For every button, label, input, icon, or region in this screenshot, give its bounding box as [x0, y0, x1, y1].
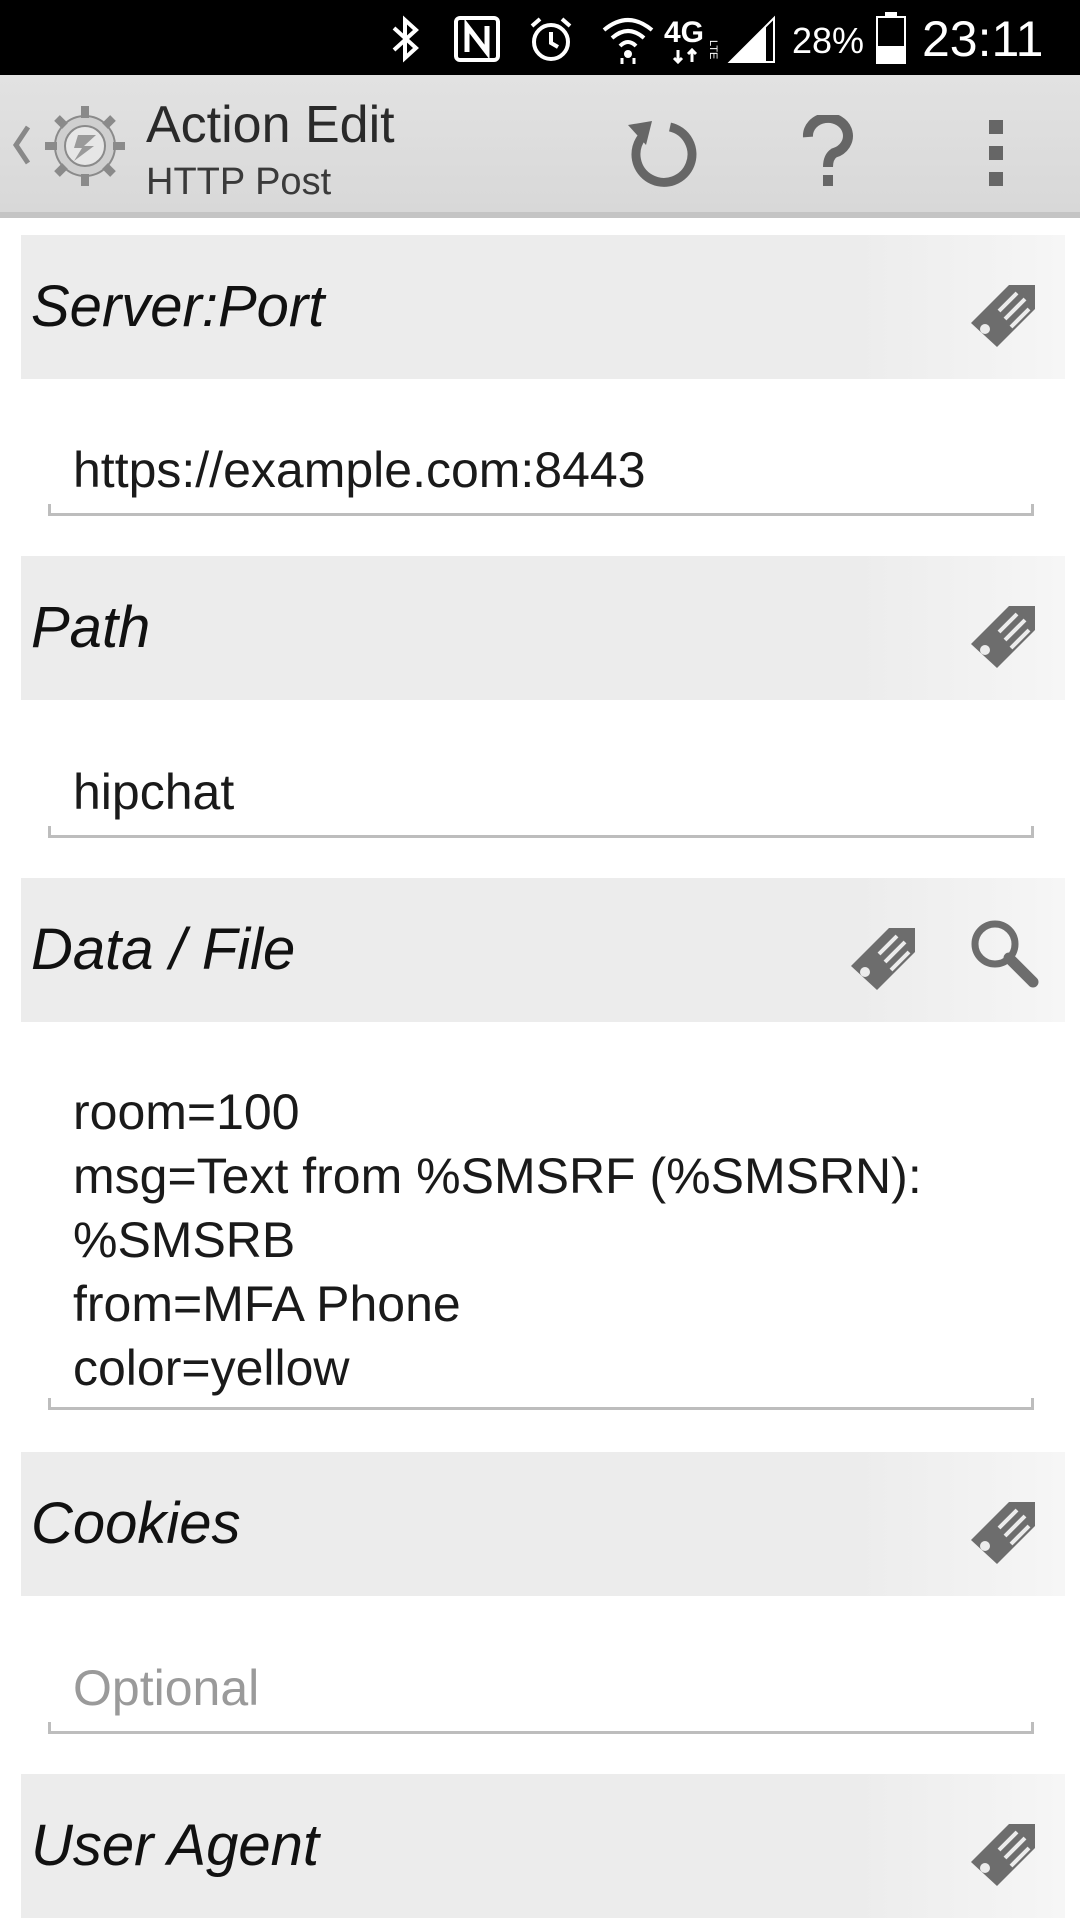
status-bar: 4G LTE 28% 23:11	[0, 0, 1080, 75]
data-file-header: Data / File	[21, 878, 1065, 1022]
edit-tag-icon[interactable]	[963, 271, 1043, 351]
battery-percent: 28%	[792, 20, 865, 61]
tasker-app-icon[interactable]	[40, 101, 130, 191]
alarm-icon	[530, 17, 572, 61]
data-file-value: room=100 msg=Text from %SMSRF (%SMSRN): …	[73, 1084, 922, 1396]
path-value: hipchat	[73, 764, 235, 820]
edit-tag-icon[interactable]	[843, 914, 923, 994]
revert-button[interactable]	[610, 103, 710, 203]
nfc-icon	[454, 16, 500, 62]
help-icon	[802, 115, 853, 186]
edit-tag-icon[interactable]	[963, 1810, 1043, 1890]
help-button[interactable]	[778, 103, 878, 203]
path-field[interactable]: hipchat	[48, 742, 1034, 838]
bluetooth-icon	[392, 15, 419, 63]
signal-icon	[727, 15, 775, 63]
overflow-menu-icon	[989, 120, 1003, 186]
wifi-icon	[602, 18, 654, 64]
overflow-menu-button[interactable]	[946, 103, 1046, 203]
svg-text:LTE: LTE	[707, 40, 719, 59]
cookies-placeholder: Optional	[73, 1660, 260, 1716]
user-agent-label: User Agent	[31, 1813, 319, 1878]
4g-lte-icon: 4G LTE	[664, 14, 722, 64]
data-file-label: Data / File	[31, 917, 296, 982]
path-header: Path	[21, 556, 1065, 700]
cookies-label: Cookies	[31, 1491, 241, 1556]
user-agent-header: User Agent	[21, 1774, 1065, 1918]
server-port-field[interactable]: https://example.com:8443	[48, 420, 1034, 516]
battery-icon	[876, 12, 906, 64]
edit-tag-icon[interactable]	[963, 592, 1043, 672]
data-file-field[interactable]: room=100 msg=Text from %SMSRF (%SMSRN): …	[48, 1080, 1034, 1410]
server-port-header: Server:Port	[21, 235, 1065, 379]
path-label: Path	[31, 595, 151, 660]
server-port-value: https://example.com:8443	[73, 442, 646, 498]
search-icon[interactable]	[963, 914, 1043, 994]
page-title: Action Edit	[146, 96, 395, 154]
clock: 23:11	[922, 11, 1044, 67]
cookies-field[interactable]: Optional	[48, 1638, 1034, 1734]
edit-tag-icon[interactable]	[963, 1488, 1043, 1568]
back-chevron-icon[interactable]	[10, 123, 32, 167]
cookies-header: Cookies	[21, 1452, 1065, 1596]
action-bar: Action Edit HTTP Post	[0, 75, 1080, 218]
server-port-label: Server:Port	[31, 274, 325, 339]
revert-icon	[628, 121, 697, 187]
page-subtitle: HTTP Post	[146, 161, 332, 203]
